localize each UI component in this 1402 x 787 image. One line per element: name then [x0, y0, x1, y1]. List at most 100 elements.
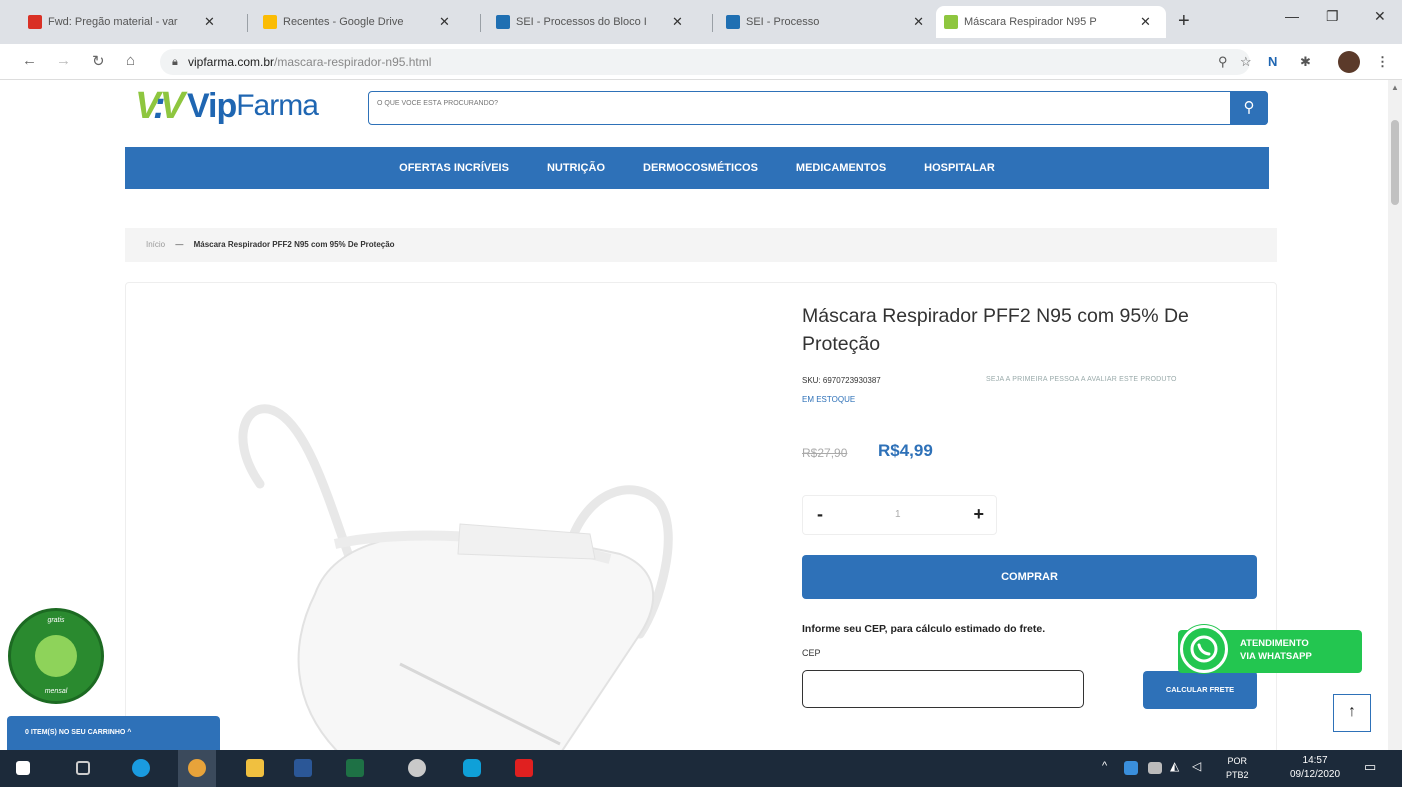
gmail-icon — [28, 15, 42, 29]
product-sku: SKU: 6970723930387 — [802, 376, 881, 385]
breadcrumb-current: Máscara Respirador PFF2 N95 com 95% De P… — [193, 240, 395, 249]
breadcrumb: Início — Máscara Respirador PFF2 N95 com… — [125, 228, 1277, 262]
tab-title: SEI - Processos do Bloco I — [516, 16, 647, 28]
back-icon[interactable]: ← — [22, 52, 37, 69]
search-bar: ⚲ — [368, 91, 1268, 125]
window-close-icon[interactable]: ✕ — [1374, 8, 1386, 25]
puzzle-extensions-icon[interactable]: ✱ — [1300, 54, 1311, 70]
page-scrollbar[interactable]: ▲ — [1388, 80, 1402, 750]
tray-app-icon[interactable] — [1124, 761, 1138, 775]
browser-toolbar: ← → ↻ ⌂ 🔒︎ vipfarma.com.br/mascara-respi… — [0, 44, 1402, 80]
back-to-top-button[interactable]: ↑ — [1333, 694, 1371, 732]
smiley-icon — [35, 635, 77, 677]
close-icon[interactable]: ✕ — [204, 14, 215, 30]
skype-icon[interactable] — [463, 759, 481, 777]
extension-icon[interactable]: N — [1268, 54, 1277, 69]
product-image[interactable] — [140, 304, 740, 750]
tab-separator — [480, 14, 481, 32]
menu-item-ofertas[interactable]: OFERTAS INCRÍVEIS — [399, 162, 509, 174]
qty-decrease-button[interactable]: - — [817, 504, 823, 525]
old-price: R$27,90 — [802, 446, 848, 460]
forward-icon[interactable]: → — [56, 52, 71, 69]
mask-body — [297, 531, 654, 750]
task-view-icon[interactable] — [76, 761, 90, 775]
volume-icon[interactable]: ◁ — [1192, 759, 1201, 773]
windows-taskbar: ^ ◭ ◁ POR PTB2 14:57 09/12/2020 ▭ — [0, 750, 1402, 787]
calculate-shipping-button[interactable]: CALCULAR FRETE — [1143, 671, 1257, 709]
reload-icon[interactable]: ↻ — [92, 52, 105, 70]
language-indicator[interactable]: POR PTB2 — [1226, 754, 1249, 782]
product-title: Máscara Respirador PFF2 N95 com 95% De P… — [802, 305, 1189, 355]
edge-icon[interactable] — [132, 759, 150, 777]
zoom-icon[interactable]: ⚲ — [1218, 54, 1228, 70]
browser-tab-sei-bloco[interactable]: SEI - Processos do Bloco I ✕ — [488, 6, 691, 38]
buy-button[interactable]: COMPRAR — [802, 555, 1257, 599]
network-icon[interactable]: ◭ — [1170, 759, 1179, 773]
quantity-stepper: - 1 + — [802, 495, 997, 535]
close-icon[interactable]: ✕ — [913, 14, 924, 30]
browser-tab-sei-processo[interactable]: SEI - Processo ✕ — [718, 6, 932, 38]
scroll-up-icon[interactable]: ▲ — [1391, 83, 1399, 92]
home-icon[interactable]: ⌂ — [126, 52, 135, 69]
whatsapp-icon — [1180, 625, 1228, 673]
tab-title: Fwd: Pregão material - var — [48, 16, 178, 28]
tray-battery-icon[interactable] — [1148, 762, 1162, 774]
close-icon[interactable]: ✕ — [439, 14, 450, 30]
tab-separator — [712, 14, 713, 32]
cep-label: CEP — [802, 648, 821, 658]
file-explorer-icon[interactable] — [246, 759, 264, 777]
cart-bar[interactable]: 0 ITEM(S) NO SEU CARRINHO ^ — [7, 716, 220, 750]
menu-item-nutricao[interactable]: NUTRIÇÃO — [547, 162, 605, 174]
breadcrumb-home[interactable]: Início — [146, 240, 165, 249]
logo-text-farma: Farma — [236, 89, 319, 122]
profile-avatar[interactable] — [1338, 51, 1360, 73]
browser-tab-vipfarma[interactable]: Máscara Respirador N95 P ✕ — [936, 6, 1166, 38]
search-input[interactable] — [377, 100, 1217, 107]
clock-date: 09/12/2020 — [1290, 769, 1341, 780]
sei-icon — [496, 15, 510, 29]
site-logo[interactable]: V:V Vip Farma — [135, 80, 365, 132]
browser-tab-bar: Fwd: Pregão material - var ✕ Recentes - … — [0, 0, 1402, 44]
more-menu-icon[interactable]: ⋮ — [1376, 54, 1389, 70]
seal-bottom-text: mensal — [44, 688, 68, 695]
review-link[interactable]: SEJA A PRIMEIRA PESSOA A AVALIAR ESTE PR… — [986, 376, 1177, 383]
whatsapp-widget[interactable]: ATENDIMENTO VIA WHATSAPP — [1178, 625, 1362, 673]
menu-item-medicamentos[interactable]: MEDICAMENTOS — [796, 162, 886, 174]
tray-chevron-icon[interactable]: ^ — [1102, 760, 1107, 772]
current-price: R$4,99 — [878, 441, 933, 460]
maximize-icon[interactable]: ❐ — [1326, 8, 1339, 25]
seal-badge[interactable]: gratis mensal — [8, 608, 104, 704]
notifications-icon[interactable]: ▭ — [1364, 759, 1376, 775]
cep-info: Informe seu CEP, para cálculo estimado d… — [802, 623, 1046, 635]
app-red-icon[interactable] — [515, 759, 533, 777]
tab-separator — [247, 14, 248, 32]
address-bar[interactable]: 🔒︎ vipfarma.com.br/mascara-respirador-n9… — [160, 49, 1250, 75]
word-icon[interactable] — [294, 759, 312, 777]
new-tab-button[interactable]: + — [1178, 10, 1190, 33]
close-icon[interactable]: ✕ — [672, 14, 683, 30]
menu-item-hospitalar[interactable]: HOSPITALAR — [924, 162, 995, 174]
tab-title: Recentes - Google Drive — [283, 16, 404, 28]
language-code: POR — [1227, 756, 1248, 766]
cep-input[interactable] — [802, 670, 1084, 708]
qty-increase-button[interactable]: + — [973, 504, 984, 525]
windows-start-icon[interactable] — [16, 761, 30, 775]
browser-tab-drive[interactable]: Recentes - Google Drive ✕ — [255, 6, 458, 38]
close-icon[interactable]: ✕ — [1140, 14, 1151, 30]
menu-item-dermocosmeticos[interactable]: DERMOCOSMÉTICOS — [643, 162, 758, 174]
system-clock[interactable]: 14:57 09/12/2020 — [1290, 754, 1340, 782]
qty-input[interactable]: 1 — [895, 509, 901, 520]
lock-icon: 🔒︎ — [172, 56, 178, 68]
tab-title: SEI - Processo — [746, 16, 820, 28]
mask-strap-left — [238, 404, 355, 564]
url-domain: vipfarma.com.br — [188, 55, 275, 69]
minimize-icon[interactable]: — — [1285, 8, 1299, 24]
app-w-icon[interactable] — [408, 759, 426, 777]
excel-icon[interactable] — [346, 759, 364, 777]
whatsapp-line2: VIA WHATSAPP — [1240, 651, 1312, 662]
search-button[interactable]: ⚲ — [1230, 91, 1268, 125]
scrollbar-thumb[interactable] — [1391, 120, 1399, 205]
browser-tab-gmail[interactable]: Fwd: Pregão material - var ✕ — [20, 6, 223, 38]
chrome-icon[interactable] — [188, 759, 206, 777]
bookmark-star-icon[interactable]: ☆ — [1240, 54, 1252, 70]
